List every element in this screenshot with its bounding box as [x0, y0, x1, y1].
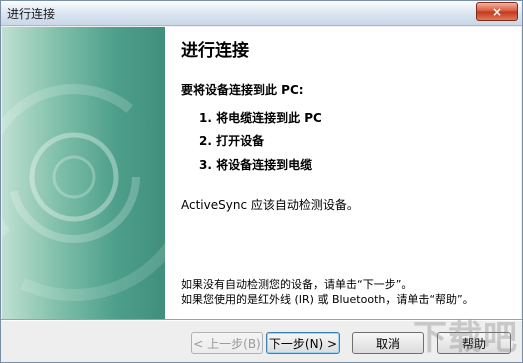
next-button[interactable]: 下一步(N) > [266, 332, 340, 354]
back-button[interactable]: < 上一步(B) [191, 332, 263, 354]
title-bar[interactable]: 进行连接 × [1, 1, 522, 26]
close-button[interactable]: × [476, 2, 518, 21]
list-item: 3. 将设备连接到电缆 [199, 158, 313, 172]
divider [1, 319, 522, 321]
help-button[interactable]: 帮助 [437, 332, 511, 354]
hint-line-next: 如果没有自动检测您的设备，请单击“下一步”。 [181, 278, 413, 291]
list-item: 1. 将电缆连接到此 PC [199, 111, 322, 125]
cancel-button[interactable]: 取消 [352, 332, 424, 354]
page-title: 进行连接 [181, 41, 249, 61]
intro-text: 要将设备连接到此 PC: [181, 83, 304, 97]
hint-line-help: 如果您使用的是红外线 (IR) 或 Bluetooth，请单击“帮助”。 [181, 293, 474, 306]
hint-text: 如果没有自动检测您的设备，请单击“下一步”。 如果您使用的是红外线 (IR) 或… [181, 277, 474, 307]
wizard-banner [2, 27, 165, 319]
connect-dialog: 进行连接 × 进行连接 要将设备连接到此 PC: 1. 将电缆连接到此 PC 2… [0, 0, 523, 363]
auto-detect-text: ActiveSync 应该自动检测设备。 [181, 198, 359, 212]
close-icon: × [491, 4, 503, 19]
wizard-content: 进行连接 要将设备连接到此 PC: 1. 将电缆连接到此 PC 2. 打开设备 … [165, 27, 521, 319]
list-item: 2. 打开设备 [199, 134, 265, 148]
window-title: 进行连接 [7, 7, 56, 21]
swirl-graphic [2, 52, 165, 301]
